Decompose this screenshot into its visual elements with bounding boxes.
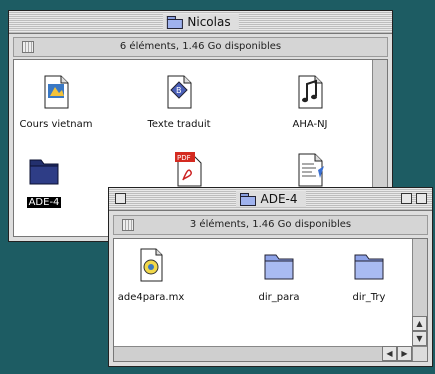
file-label: Texte traduit [147,119,211,130]
document-icon: B [159,72,199,112]
document-icon [36,72,76,112]
file-item[interactable]: PDF [144,150,234,190]
scroll-left-icon[interactable]: ◀ [382,346,397,361]
scroll-right-icon[interactable]: ▶ [397,346,412,361]
music-document-icon [290,72,330,112]
svg-text:B: B [176,86,182,95]
folder-item[interactable]: dir_Try [324,245,414,304]
window-ade4[interactable]: ADE-4 3 éléments, 1.46 Go disponibles ad… [108,187,433,367]
file-label: ADE-4 [26,197,62,208]
title-wrap: ADE-4 [235,191,306,207]
titlebar-ade4[interactable]: ADE-4 [109,188,432,211]
window-title: ADE-4 [260,192,298,206]
file-item[interactable]: Cours vietnam [14,72,101,131]
file-item[interactable]: ade4para.mx [114,245,196,304]
svg-text:PDF: PDF [177,154,191,162]
status-header: 6 éléments, 1.46 Go disponibles [13,37,388,57]
file-item[interactable]: AHA-NJ [265,72,355,131]
folder-item[interactable]: dir_para [234,245,324,304]
pdf-document-icon: PDF [169,150,209,190]
vertical-scrollbar[interactable]: ▲ ▼ [412,239,427,346]
folder-icon [349,245,389,285]
status-header: 3 éléments, 1.46 Go disponibles [113,215,428,235]
file-label: dir_Try [352,292,386,303]
scroll-down-icon[interactable]: ▼ [412,331,427,346]
folder-icon [166,16,183,29]
folder-icon [259,245,299,285]
file-item[interactable] [265,150,355,190]
file-item[interactable]: B Texte traduit [134,72,224,131]
file-label: AHA-NJ [292,119,328,130]
horizontal-scrollbar[interactable]: ◀ ▶ [114,346,412,361]
collapse-box[interactable] [416,193,427,204]
window-title: Nicolas [187,15,231,29]
content-area: ade4para.mx dir_para dir_Try ▲ ▼ ◀ ▶ [113,238,428,362]
folder-icon [24,150,64,190]
app-document-icon [131,245,171,285]
title-wrap: Nicolas [162,14,239,30]
status-text: 6 éléments, 1.46 Go disponibles [119,41,282,52]
file-label: Cours vietnam [19,119,93,130]
folder-icon [239,193,256,206]
titlebar-nicolas[interactable]: Nicolas [9,11,392,34]
close-box[interactable] [115,193,126,204]
scroll-up-icon[interactable]: ▲ [412,316,427,331]
file-label: ade4para.mx [117,292,185,303]
status-text: 3 éléments, 1.46 Go disponibles [189,219,352,230]
zoom-box[interactable] [401,193,412,204]
folder-item-selected[interactable]: ADE-4 [14,150,89,209]
text-document-icon [290,150,330,190]
resize-grip-icon[interactable] [412,346,427,361]
file-label: dir_para [258,292,300,303]
